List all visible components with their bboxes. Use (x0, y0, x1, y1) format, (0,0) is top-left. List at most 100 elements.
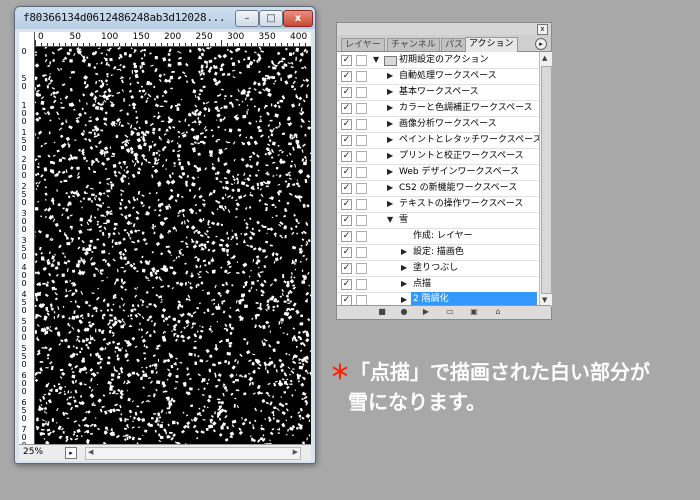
action-row[interactable]: ✓ ▶ 点描 (337, 276, 539, 293)
collapsed-arrow-icon[interactable]: ▶ (401, 276, 407, 292)
ruler-h-label: 150 (132, 32, 150, 42)
play-icon[interactable]: ▶ (421, 307, 431, 317)
trash-icon[interactable]: ⌂ (493, 307, 503, 317)
action-row[interactable]: ✓ ▼ 初期設定のアクション (337, 52, 539, 69)
horizontal-scrollbar[interactable]: ◀ ▶ (85, 447, 301, 460)
dialog-toggle-box[interactable] (356, 55, 367, 66)
dialog-toggle-box[interactable] (356, 119, 367, 130)
stop-icon[interactable]: ■ (377, 307, 387, 317)
zoom-level[interactable]: 25% (23, 447, 43, 457)
scroll-up-icon[interactable]: ▲ (542, 54, 547, 62)
dialog-toggle-box[interactable] (356, 167, 367, 178)
action-row[interactable]: ✓ 作成: レイヤー (337, 228, 539, 245)
image-canvas[interactable] (35, 47, 311, 444)
collapsed-arrow-icon[interactable]: ▶ (387, 164, 393, 180)
collapsed-arrow-icon[interactable]: ▶ (401, 260, 407, 276)
expanded-arrow-icon[interactable]: ▼ (373, 52, 379, 68)
dialog-toggle-box[interactable] (356, 103, 367, 114)
toggle-checkbox[interactable]: ✓ (341, 71, 352, 82)
toggle-checkbox[interactable]: ✓ (341, 247, 352, 258)
dialog-toggle-box[interactable] (356, 135, 367, 146)
action-row[interactable]: ✓ ▼ 雪 (337, 212, 539, 229)
toggle-checkbox[interactable]: ✓ (341, 263, 352, 274)
action-row[interactable]: ✓ ▶ 自動処理ワークスペース (337, 68, 539, 85)
new-set-icon[interactable]: ▭ (445, 307, 455, 317)
ruler-h-label: 250 (195, 32, 213, 42)
action-row[interactable]: ✓ ▶ 画像分析ワークスペース (337, 116, 539, 133)
action-row[interactable]: ✓ ▶ カラーと色調補正ワークスペース (337, 100, 539, 117)
action-row[interactable]: ✓ ▶ 塗りつぶし (337, 260, 539, 277)
scroll-right-icon[interactable]: ▶ (293, 448, 298, 456)
panel-close-button[interactable]: x (537, 24, 548, 35)
action-row[interactable]: ✓ ▶ CS2 の新機能ワークスペース (337, 180, 539, 197)
dialog-toggle-box[interactable] (356, 151, 367, 162)
scroll-thumb[interactable] (541, 66, 552, 294)
action-row[interactable]: ✓ ▶ 設定: 描画色 (337, 244, 539, 261)
collapsed-arrow-icon[interactable]: ▶ (387, 132, 393, 148)
dialog-toggle-box[interactable] (356, 279, 367, 290)
panel-menu-icon[interactable]: ▸ (535, 38, 547, 50)
dialog-toggle-box[interactable] (356, 199, 367, 210)
toggle-checkbox[interactable]: ✓ (341, 151, 352, 162)
action-row[interactable]: ✓ ▶ Web デザインワークスペース (337, 164, 539, 181)
tab-paths[interactable]: パス (441, 38, 468, 51)
toggle-checkbox[interactable]: ✓ (341, 55, 352, 66)
new-action-icon[interactable]: ▣ (469, 307, 479, 317)
tab-actions[interactable]: アクション (465, 37, 518, 52)
action-row[interactable]: ✓ ▶ ペイントとレタッチワークスペース (337, 132, 539, 149)
ruler-v-label: 250 (21, 182, 27, 207)
horizontal-ruler[interactable]: 0 50 100 150 200 250 300 350 400 (35, 32, 311, 47)
action-row[interactable]: ✓ ▶ 基本ワークスペース (337, 84, 539, 101)
toggle-checkbox[interactable]: ✓ (341, 87, 352, 98)
tab-layers[interactable]: レイヤー (341, 38, 385, 51)
minimize-button[interactable]: – (235, 10, 259, 27)
actions-vertical-scrollbar[interactable]: ▲ ▼ (539, 52, 552, 306)
action-label: Web デザインワークスペース (399, 167, 520, 177)
maximize-button[interactable]: □ (259, 10, 283, 27)
toggle-checkbox[interactable]: ✓ (341, 119, 352, 130)
tab-channels[interactable]: チャンネル (387, 38, 440, 51)
action-label: 点描 (413, 279, 432, 289)
ruler-v-label: 450 (21, 290, 27, 315)
expanded-arrow-icon[interactable]: ▼ (387, 212, 393, 228)
toggle-checkbox[interactable]: ✓ (341, 167, 352, 178)
dialog-toggle-box[interactable] (356, 183, 367, 194)
collapsed-arrow-icon[interactable]: ▶ (401, 292, 407, 306)
close-button[interactable]: x (283, 10, 313, 27)
collapsed-arrow-icon[interactable]: ▶ (387, 180, 393, 196)
toggle-checkbox[interactable]: ✓ (341, 199, 352, 210)
toggle-checkbox[interactable]: ✓ (341, 103, 352, 114)
collapsed-arrow-icon[interactable]: ▶ (387, 84, 393, 100)
scroll-left-icon[interactable]: ◀ (88, 448, 93, 456)
action-row[interactable]: ✓ ▶ プリントと校正ワークスペース (337, 148, 539, 165)
dialog-toggle-box[interactable] (356, 263, 367, 274)
ruler-corner[interactable] (19, 32, 35, 47)
ruler-v-label: 700 (21, 425, 27, 445)
action-label: 雪 (399, 215, 409, 225)
scroll-down-icon[interactable]: ▼ (542, 296, 547, 304)
dialog-toggle-box[interactable] (356, 231, 367, 242)
dialog-toggle-box[interactable] (356, 87, 367, 98)
collapsed-arrow-icon[interactable]: ▶ (387, 100, 393, 116)
action-row[interactable]: ✓ ▶ 2 階調化 (337, 292, 539, 306)
dialog-toggle-box[interactable] (356, 215, 367, 226)
status-info-icon[interactable]: ▸ (65, 447, 77, 459)
dialog-toggle-box[interactable] (356, 247, 367, 258)
toggle-checkbox[interactable]: ✓ (341, 231, 352, 242)
action-row[interactable]: ✓ ▶ テキストの操作ワークスペース (337, 196, 539, 213)
toggle-checkbox[interactable]: ✓ (341, 279, 352, 290)
toggle-checkbox[interactable]: ✓ (341, 135, 352, 146)
collapsed-arrow-icon[interactable]: ▶ (387, 148, 393, 164)
toggle-checkbox[interactable]: ✓ (341, 183, 352, 194)
record-icon[interactable]: ● (399, 307, 409, 317)
collapsed-arrow-icon[interactable]: ▶ (387, 196, 393, 212)
ruler-v-label: 350 (21, 236, 27, 261)
collapsed-arrow-icon[interactable]: ▶ (387, 68, 393, 84)
collapsed-arrow-icon[interactable]: ▶ (387, 116, 393, 132)
collapsed-arrow-icon[interactable]: ▶ (401, 244, 407, 260)
vertical-ruler[interactable]: 0 50 100 150 200 250 300 350 400 450 500 550 600 650 7… (19, 46, 35, 444)
dialog-toggle-box[interactable] (356, 71, 367, 82)
ruler-h-label: 400 (290, 32, 308, 42)
toggle-checkbox[interactable]: ✓ (341, 215, 352, 226)
document-titlebar[interactable]: f80366134d0612486248ab3d12028... – □ x (15, 7, 315, 29)
